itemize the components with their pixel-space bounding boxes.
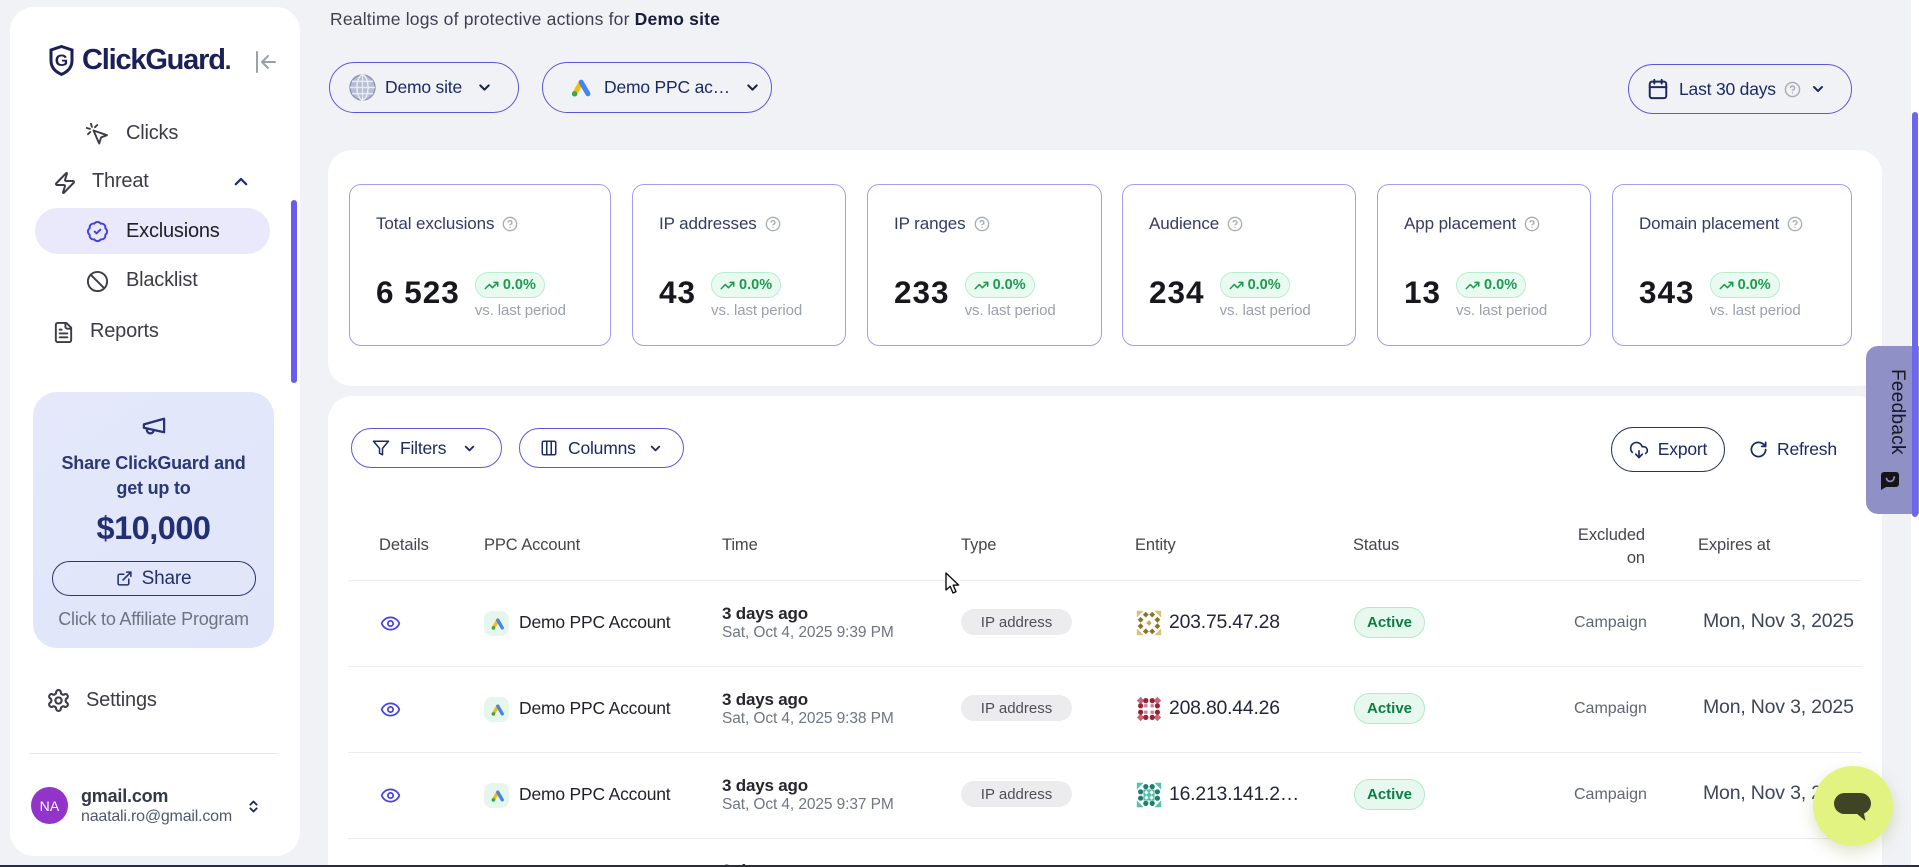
svg-text:G: G: [55, 51, 68, 70]
